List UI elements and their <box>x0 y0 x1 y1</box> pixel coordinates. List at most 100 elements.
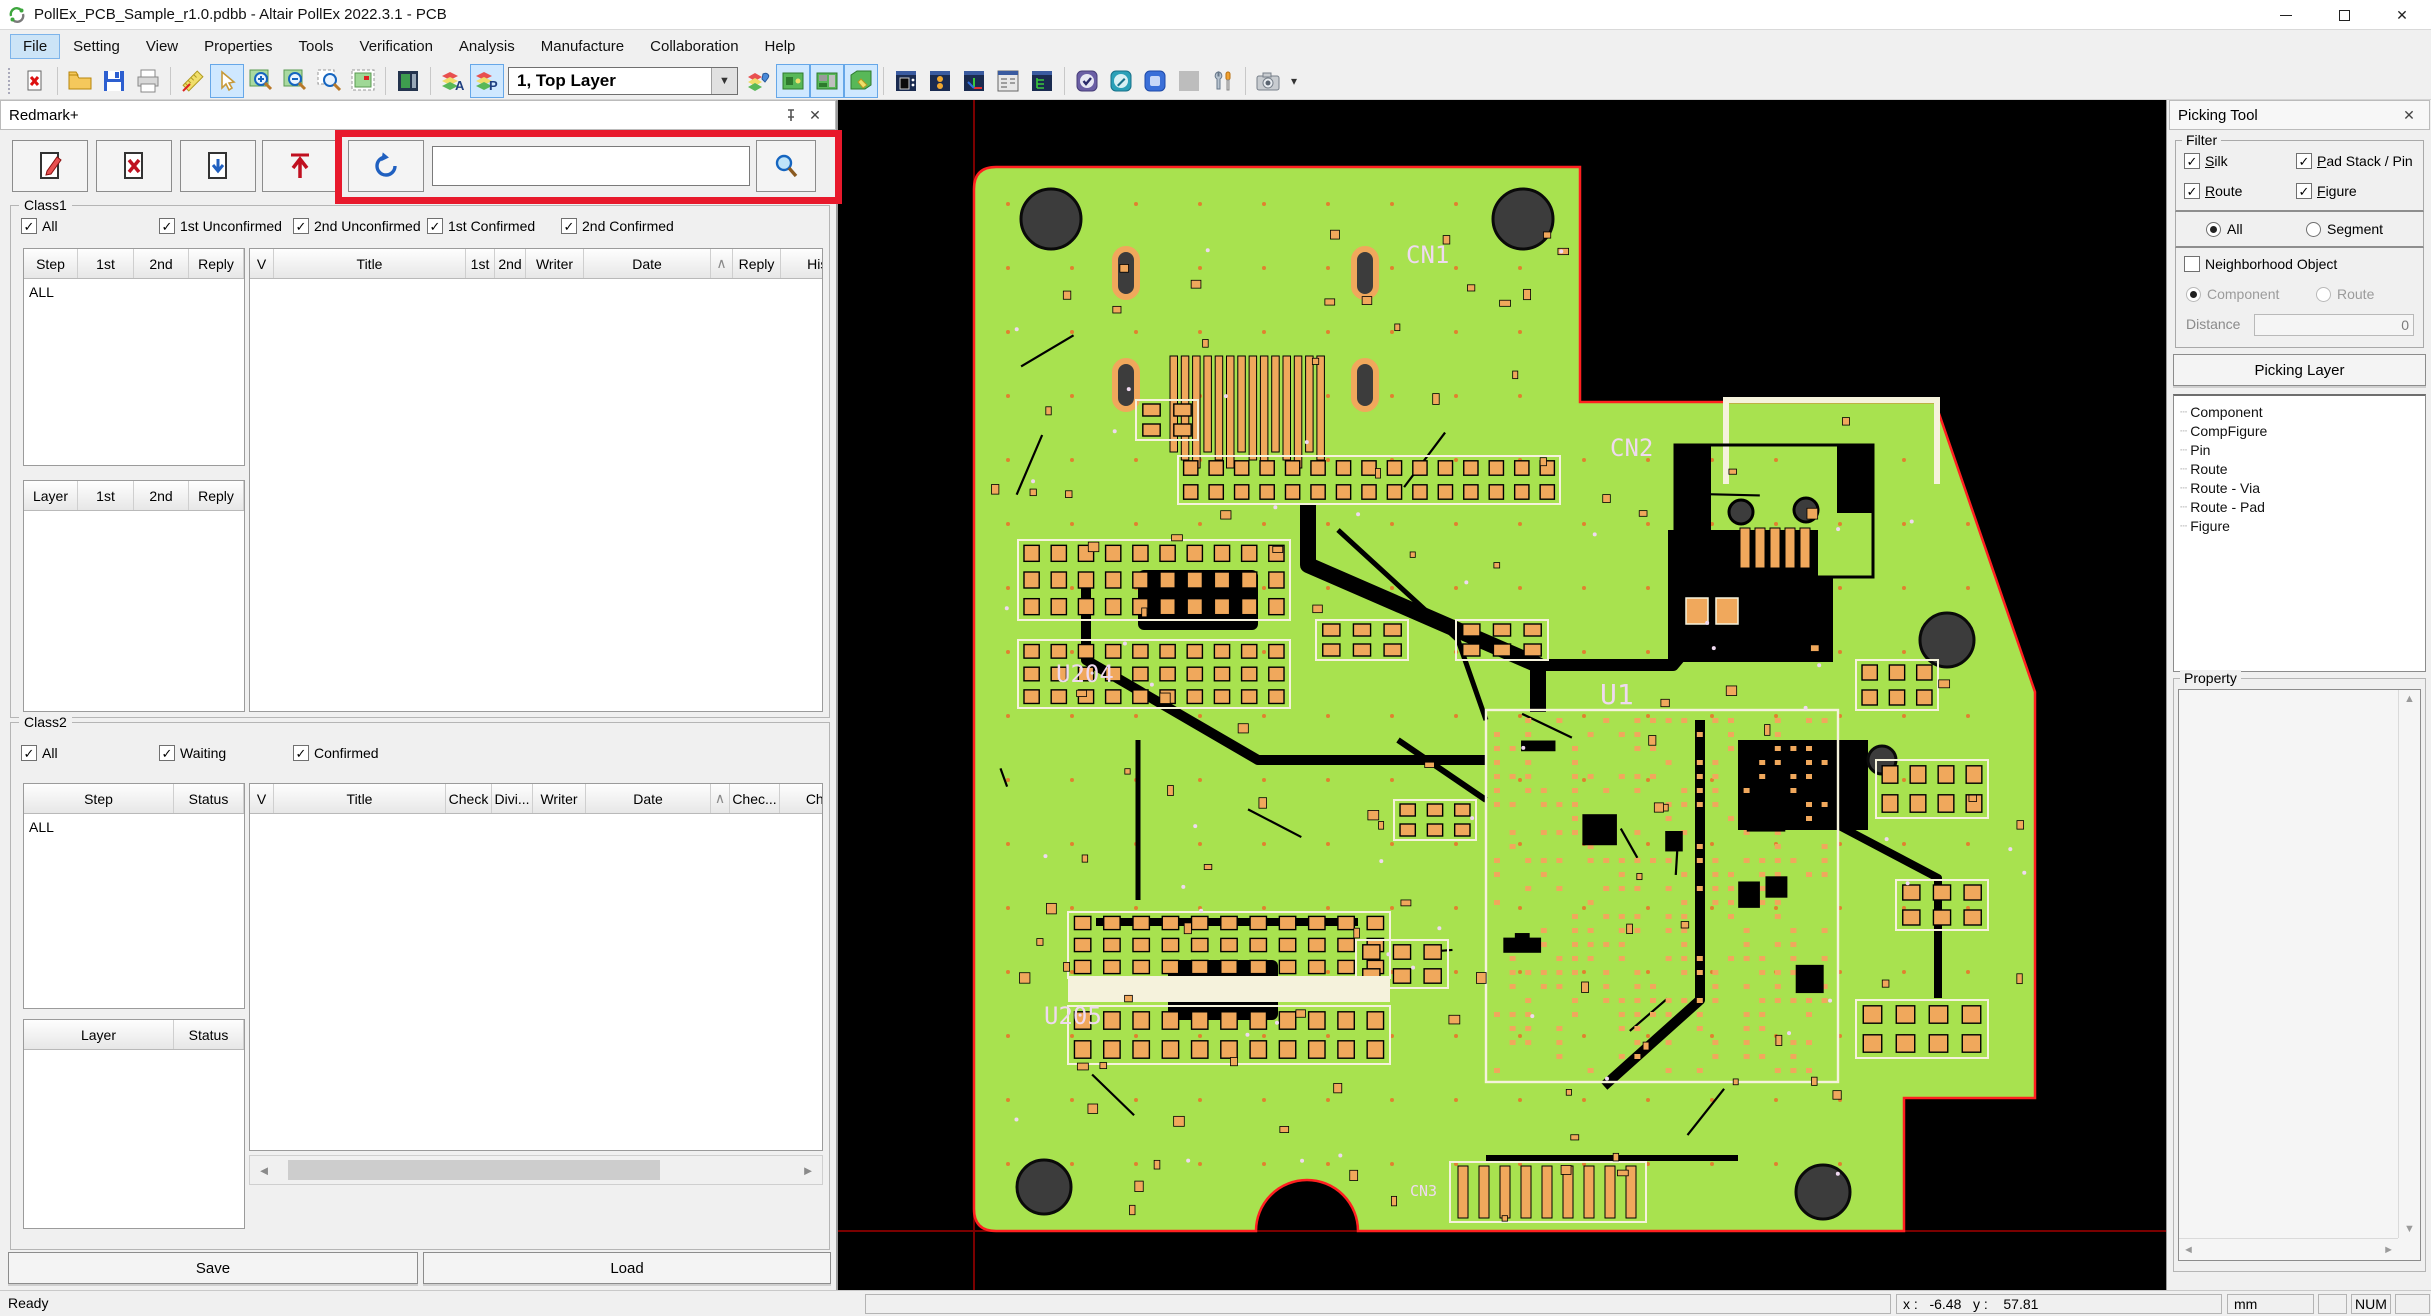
property-vscrollbar[interactable]: ▲▼ <box>2398 690 2420 1238</box>
class1-step-table[interactable]: Step 1st 2nd Reply ALL <box>23 248 245 466</box>
measure-button[interactable] <box>176 64 210 98</box>
options-tools-button[interactable] <box>1206 64 1240 98</box>
minimize-button[interactable] <box>2257 0 2315 30</box>
class2-table-hscrollbar[interactable]: ◄ ► <box>249 1155 823 1185</box>
zoom-fit-button[interactable] <box>346 64 380 98</box>
redmark-edit-button[interactable] <box>12 140 88 192</box>
redmark-delete-button[interactable] <box>96 140 172 192</box>
save-button[interactable]: Save <box>8 1252 418 1284</box>
column-header[interactable]: Hist... <box>781 249 823 278</box>
tree-item-route[interactable]: Route <box>2178 459 2425 478</box>
snapshot-button[interactable] <box>1251 64 1285 98</box>
panel-close-icon[interactable]: ✕ <box>2397 104 2421 126</box>
figure-checkbox[interactable]: ✓Figure <box>2296 183 2357 199</box>
menu-manufacture[interactable]: Manufacture <box>528 34 637 59</box>
sort-indicator-header[interactable]: ∧ <box>711 249 733 278</box>
silk-checkbox[interactable]: ✓Silk <box>2184 153 2228 169</box>
column-header[interactable]: 1st <box>466 249 495 278</box>
class2-step-table[interactable]: Step Status ALL <box>23 783 245 1009</box>
class2-confirmed-checkbox[interactable]: ✓Confirmed <box>293 745 427 761</box>
segment-radio[interactable]: Segment <box>2306 221 2383 237</box>
maximize-button[interactable] <box>2315 0 2373 30</box>
column-header[interactable]: 2nd <box>134 249 189 278</box>
tree-item-route-pad[interactable]: Route - Pad <box>2178 497 2425 516</box>
menu-properties[interactable]: Properties <box>191 34 285 59</box>
scroll-left-icon[interactable]: ◄ <box>250 1156 278 1184</box>
redmark-refresh-button[interactable] <box>348 140 424 192</box>
redmark-import-button[interactable] <box>180 140 256 192</box>
class2-waiting-checkbox[interactable]: ✓Waiting <box>159 745 293 761</box>
pcb-viewport[interactable]: CN1CN2U1U204U205CN3 <box>838 100 2166 1290</box>
sort-indicator-header[interactable]: ∧ <box>711 784 730 813</box>
column-header[interactable]: Reply <box>189 249 244 278</box>
route-checkbox[interactable]: ✓Route <box>2184 183 2242 199</box>
padstack-pin-checkbox[interactable]: ✓Pad Stack / Pin <box>2296 153 2413 169</box>
menu-view[interactable]: View <box>133 34 191 59</box>
column-header[interactable]: Date <box>586 784 711 813</box>
all-radio[interactable]: All <box>2206 221 2306 237</box>
column-header[interactable]: 1st <box>78 249 134 278</box>
redmark-search-button[interactable] <box>756 140 816 192</box>
layer-physical-button[interactable]: P <box>470 64 504 98</box>
tree-item-figure[interactable]: Figure <box>2178 516 2425 535</box>
bom-list-button[interactable] <box>991 64 1025 98</box>
column-header[interactable]: Step <box>24 784 174 813</box>
table-row[interactable]: ALL <box>24 279 244 305</box>
class1-all-checkbox[interactable]: ✓All <box>21 218 159 234</box>
picking-layer-button[interactable]: Picking Layer <box>2173 354 2426 386</box>
column-header[interactable]: Reply <box>733 249 781 278</box>
load-button[interactable]: Load <box>423 1252 831 1284</box>
column-header[interactable]: Writer <box>533 784 586 813</box>
property-list[interactable]: ▲▼ ◄► <box>2178 689 2421 1261</box>
menu-setting[interactable]: Setting <box>60 34 133 59</box>
class1-2nd-unconfirmed-checkbox[interactable]: ✓2nd Unconfirmed <box>293 218 427 234</box>
viewer-tool-button[interactable] <box>1138 64 1172 98</box>
column-header[interactable]: 1st <box>78 481 134 510</box>
class1-1st-confirmed-checkbox[interactable]: ✓1st Confirmed <box>427 218 561 234</box>
save-file-button[interactable] <box>97 64 131 98</box>
column-header[interactable]: Divi... <box>492 784 533 813</box>
print-button[interactable] <box>131 64 165 98</box>
column-header[interactable]: Che... <box>780 784 823 813</box>
column-header[interactable]: Step <box>24 249 78 278</box>
axis-view-button[interactable] <box>957 64 991 98</box>
pcb-canvas[interactable]: CN1CN2U1U204U205CN3 <box>838 100 2166 1290</box>
property-hscrollbar[interactable]: ◄► <box>2179 1238 2398 1260</box>
tree-item-compfigure[interactable]: CompFigure <box>2178 421 2425 440</box>
redmark-export-button[interactable] <box>262 140 338 192</box>
column-header[interactable]: Date <box>584 249 711 278</box>
verify-button[interactable] <box>1070 64 1104 98</box>
scrollbar-thumb[interactable] <box>288 1160 660 1180</box>
panel-close-icon[interactable]: ✕ <box>803 104 827 126</box>
menu-help[interactable]: Help <box>752 34 809 59</box>
column-header[interactable]: Status <box>174 784 244 813</box>
class1-detail-table[interactable]: V Title 1st 2nd Writer Date ∧ Reply Hist… <box>249 248 823 712</box>
class1-1st-unconfirmed-checkbox[interactable]: ✓1st Unconfirmed <box>159 218 293 234</box>
layer-settings-button[interactable] <box>742 64 776 98</box>
menu-collaboration[interactable]: Collaboration <box>637 34 751 59</box>
class2-detail-table[interactable]: V Title Check Divi... Writer Date ∧ Chec… <box>249 783 823 1151</box>
menu-file[interactable]: File <box>10 34 60 59</box>
column-header[interactable]: 2nd <box>134 481 189 510</box>
column-header[interactable]: Layer <box>24 1020 174 1049</box>
neighborhood-object-checkbox[interactable]: ✓Neighborhood Object <box>2184 256 2337 272</box>
column-header[interactable]: Layer <box>24 481 78 510</box>
pcb-paint-button[interactable] <box>844 64 878 98</box>
column-header[interactable]: Check <box>446 784 492 813</box>
pin-viewer-button[interactable] <box>923 64 957 98</box>
board-view-button[interactable] <box>391 64 425 98</box>
layer-select-dropdown[interactable]: 1, Top Layer ▼ <box>508 67 738 95</box>
close-document-button[interactable] <box>18 64 52 98</box>
open-file-button[interactable] <box>63 64 97 98</box>
pin-icon[interactable] <box>779 104 803 126</box>
menu-tools[interactable]: Tools <box>286 34 347 59</box>
tree-item-pin[interactable]: Pin <box>2178 440 2425 459</box>
toolbar-overflow-arrow[interactable]: ▾ <box>1291 74 1297 88</box>
close-button[interactable]: ✕ <box>2373 0 2431 30</box>
column-header[interactable]: 2nd <box>495 249 526 278</box>
component-viewer-button[interactable] <box>889 64 923 98</box>
tree-item-component[interactable]: Component <box>2178 402 2425 421</box>
zoom-in-button[interactable] <box>244 64 278 98</box>
redmark-search-input[interactable] <box>432 146 750 186</box>
column-header[interactable]: Reply <box>189 481 244 510</box>
